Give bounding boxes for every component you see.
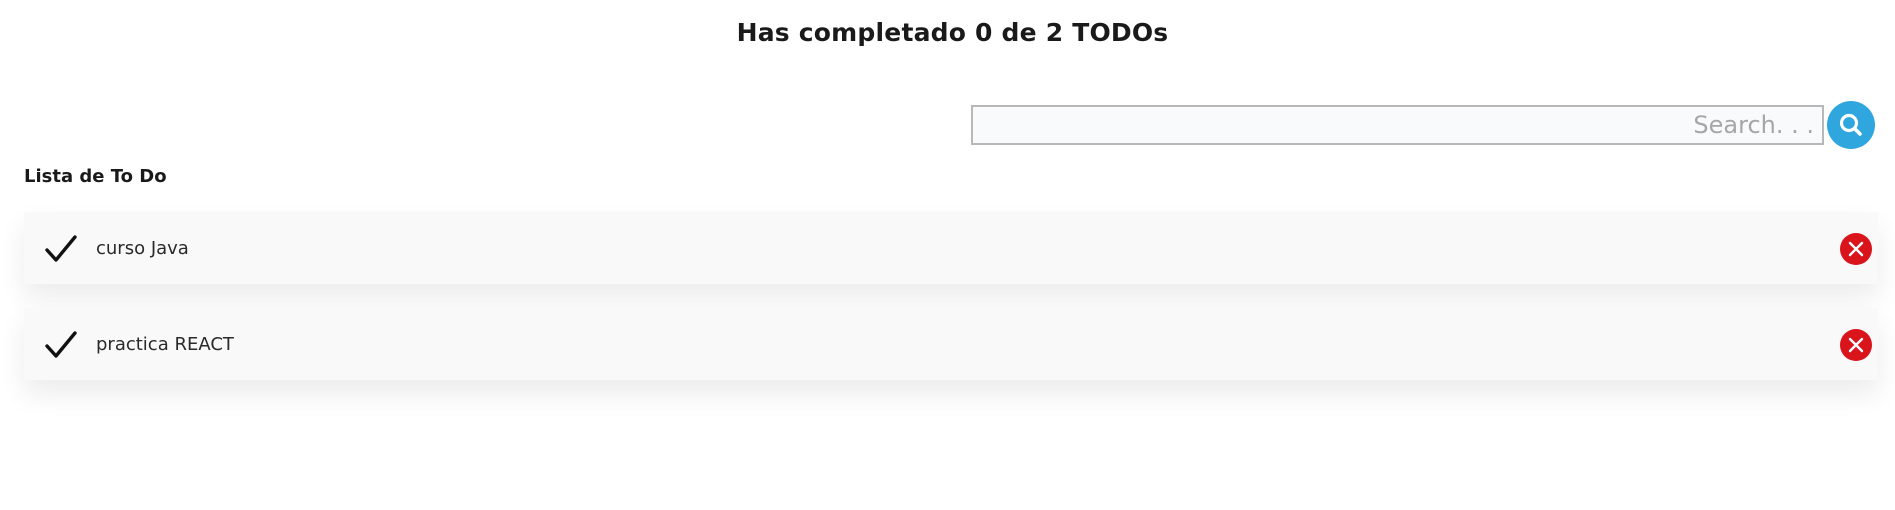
close-icon — [1848, 337, 1864, 353]
todo-page: Has completado 0 de 2 TODOs Lista de To … — [0, 0, 1895, 510]
todo-list: curso Java practica REACT — [24, 212, 1878, 404]
delete-button[interactable] — [1840, 329, 1872, 361]
search-icon — [1839, 113, 1862, 136]
todo-item-text: practica REACT — [96, 333, 234, 355]
search-bar — [971, 101, 1875, 149]
check-icon[interactable] — [44, 232, 78, 266]
check-icon[interactable] — [44, 328, 78, 362]
delete-button[interactable] — [1840, 233, 1872, 265]
todo-counter-title: Has completado 0 de 2 TODOs — [736, 18, 1169, 47]
todo-item: practica REACT — [24, 308, 1878, 380]
todo-item-text: curso Java — [96, 237, 189, 259]
search-button[interactable] — [1827, 101, 1875, 149]
todo-item: curso Java — [24, 212, 1878, 284]
close-icon — [1848, 241, 1864, 257]
todo-list-title: Lista de To Do — [24, 166, 167, 187]
search-input[interactable] — [971, 105, 1824, 145]
